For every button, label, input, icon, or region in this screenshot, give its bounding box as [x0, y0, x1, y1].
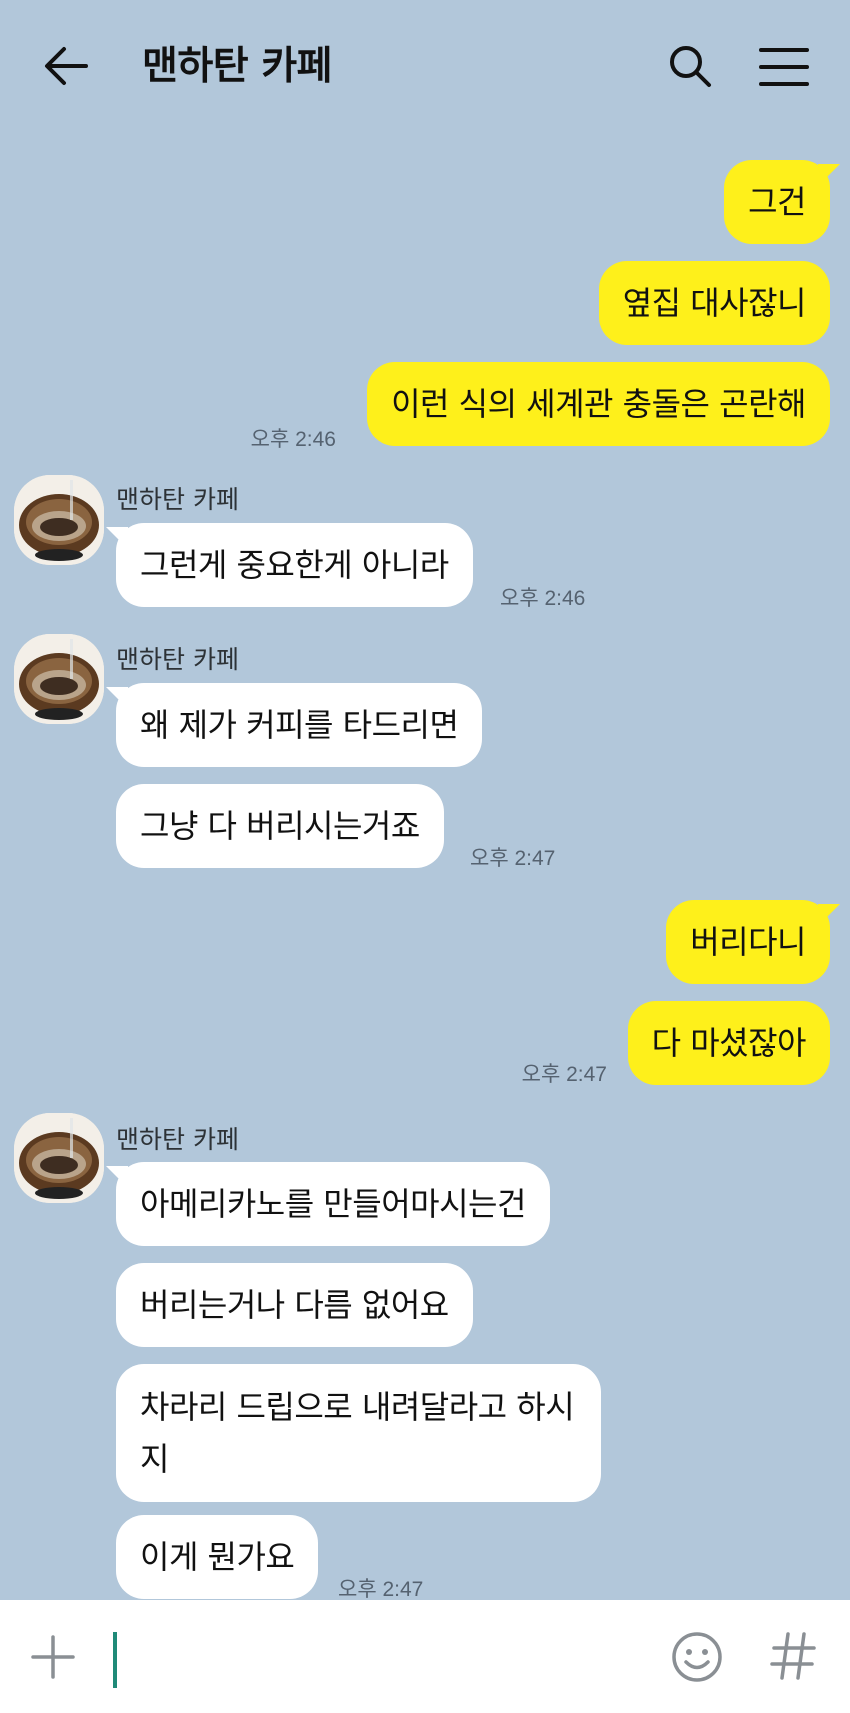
- sender-avatar[interactable]: [14, 475, 104, 565]
- menu-icon: [759, 48, 809, 86]
- hashtag-button[interactable]: [768, 1628, 818, 1684]
- coffee-dripper-avatar-icon: [14, 634, 104, 724]
- search-icon: [670, 46, 711, 87]
- chat-message-list[interactable]: 그건 옆집 대사잖니 이런 식의 세계관 충돌은 곤란해 오후 2:46 맨하탄…: [0, 140, 850, 1601]
- their-message-bubble[interactable]: 그런게 중요한게 아니라: [116, 523, 473, 607]
- sender-name: 맨하탄 카페: [116, 1125, 239, 1154]
- coffee-dripper-avatar-icon: [14, 475, 104, 565]
- my-message-bubble[interactable]: 버리다니: [666, 900, 830, 984]
- my-message-bubble[interactable]: 이런 식의 세계관 충돌은 곤란해: [367, 362, 830, 446]
- back-arrow-icon: [45, 47, 88, 85]
- sender-name: 맨하탄 카페: [116, 645, 239, 674]
- their-message-bubble[interactable]: 그냥 다 버리시는거죠: [116, 784, 444, 868]
- my-message-bubble[interactable]: 다 마셨잖아: [627, 1001, 830, 1085]
- back-button[interactable]: [42, 44, 92, 88]
- their-message-bubble[interactable]: 차라리 드립으로 내려달라고 하시지: [116, 1364, 601, 1502]
- sender-avatar[interactable]: [14, 1113, 104, 1203]
- menu-button[interactable]: [758, 46, 810, 88]
- their-message-bubble[interactable]: 아메리카노를 만들어마시는건: [116, 1162, 550, 1246]
- their-message-bubble[interactable]: 왜 제가 커피를 타드리면: [116, 683, 483, 767]
- my-message-bubble[interactable]: 그건: [724, 160, 830, 244]
- coffee-dripper-avatar-icon: [14, 1113, 104, 1203]
- chat-header: 맨하탄 카페: [0, 0, 850, 140]
- their-message-bubble[interactable]: 이게 뭔가요: [116, 1515, 319, 1599]
- message-timestamp: 오후 2:46: [250, 428, 336, 451]
- sender-name: 맨하탄 카페: [116, 485, 239, 514]
- plus-icon: [31, 1635, 75, 1679]
- message-input[interactable]: [118, 1628, 638, 1688]
- emoji-icon: [672, 1632, 722, 1682]
- hashtag-icon: [770, 1632, 816, 1680]
- chat-title: 맨하탄 카페: [142, 44, 332, 89]
- text-cursor: [113, 1632, 117, 1688]
- message-timestamp: 오후 2:47: [470, 847, 556, 870]
- emoji-button[interactable]: [670, 1630, 724, 1684]
- message-timestamp: 오후 2:47: [338, 1578, 424, 1601]
- message-timestamp: 오후 2:46: [500, 587, 586, 610]
- sender-avatar[interactable]: [14, 634, 104, 724]
- message-timestamp: 오후 2:47: [521, 1063, 607, 1086]
- message-input-bar: [0, 1600, 850, 1713]
- search-button[interactable]: [666, 42, 714, 90]
- my-message-bubble[interactable]: 옆집 대사잖니: [598, 261, 830, 345]
- attach-button[interactable]: [30, 1634, 76, 1680]
- their-message-bubble[interactable]: 버리는거나 다름 없어요: [116, 1263, 473, 1347]
